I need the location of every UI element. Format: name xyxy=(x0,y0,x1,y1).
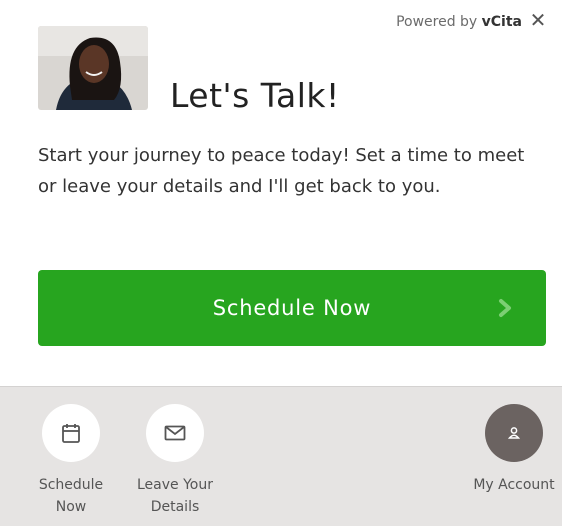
avatar-photo xyxy=(38,26,148,110)
schedule-now-button[interactable]: Schedule Now xyxy=(38,270,546,346)
user-icon xyxy=(485,404,543,462)
footer-schedule-now[interactable]: Schedule Now xyxy=(30,387,112,518)
avatar xyxy=(38,26,148,110)
vcita-brand[interactable]: vCita xyxy=(482,14,522,30)
footer-leave-details[interactable]: Leave Your Details xyxy=(128,387,222,518)
footer-details-label-2: Details xyxy=(150,499,200,515)
envelope-icon xyxy=(146,404,204,462)
footer-schedule-label-1: Schedule xyxy=(38,477,104,493)
powered-by: Powered by vCita xyxy=(396,14,522,30)
chevron-right-icon xyxy=(499,299,511,317)
footer-bar: Schedule Now Leave Your Details My Accou… xyxy=(0,386,562,526)
footer-my-account[interactable]: My Account xyxy=(466,387,562,496)
close-icon[interactable]: ✕ xyxy=(528,10,548,30)
footer-details-label-1: Leave Your xyxy=(137,477,213,493)
page-title: Let's Talk! xyxy=(170,76,340,115)
powered-by-prefix: Powered by xyxy=(396,14,482,30)
schedule-now-label: Schedule Now xyxy=(212,296,372,320)
calendar-icon xyxy=(42,404,100,462)
footer-schedule-label-2: Now xyxy=(55,499,87,515)
footer-account-label: My Account xyxy=(473,477,555,493)
description-text: Start your journey to peace today! Set a… xyxy=(38,145,525,197)
